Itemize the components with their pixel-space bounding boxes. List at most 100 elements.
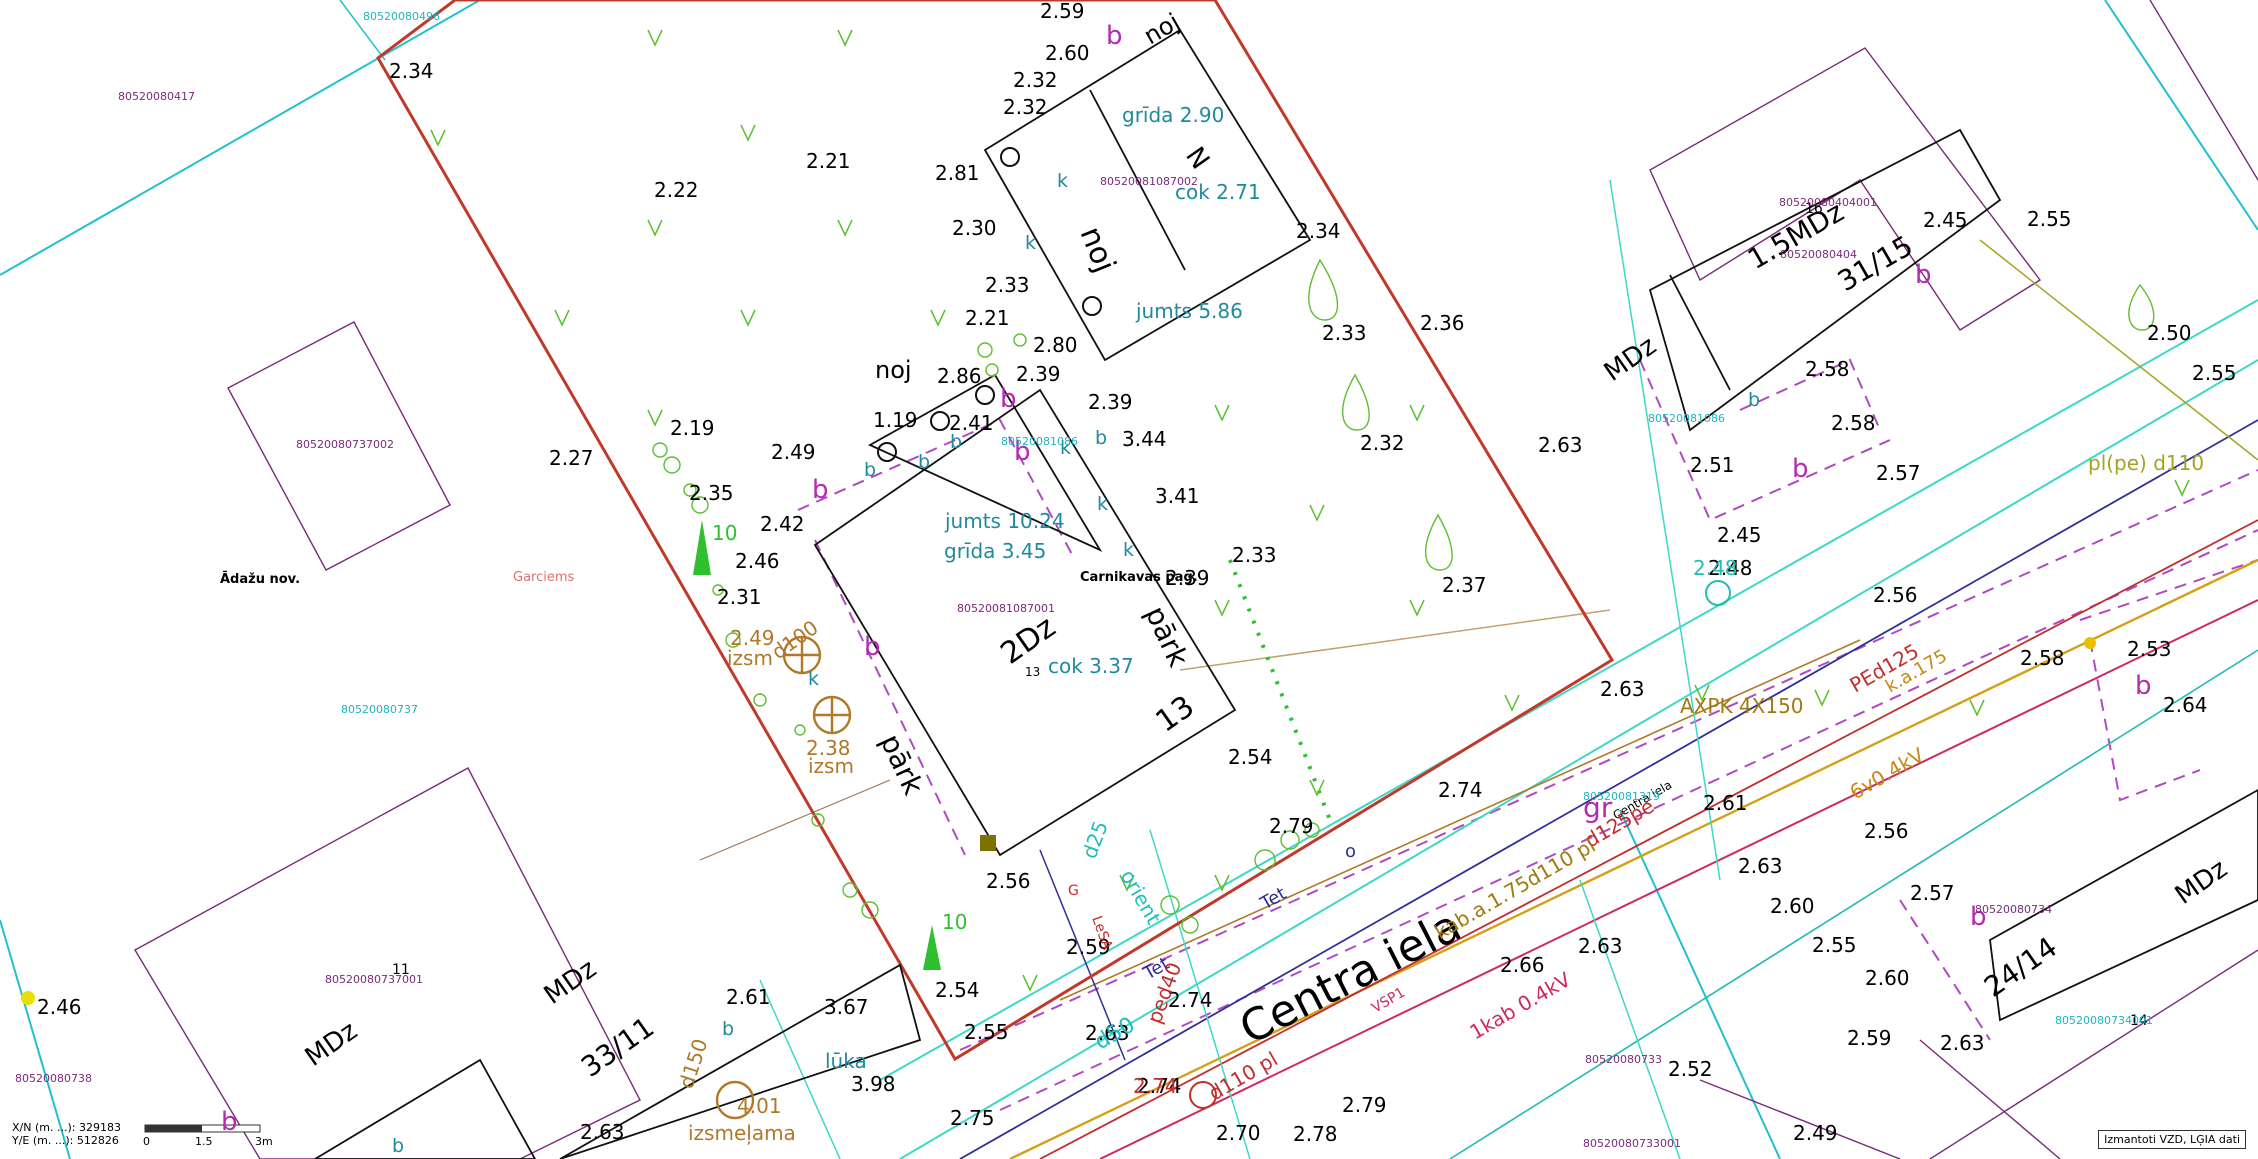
label-annotations-jumts2: jumts 10.24 [944, 509, 1065, 533]
label-annotations-b-small1: b [864, 459, 876, 481]
marker-square [980, 835, 996, 851]
label-elevations-34: 2.54 [1228, 745, 1273, 769]
label-elevations-74: 2.58 [1831, 411, 1876, 435]
label-places-adazu: Ādažu nov. [220, 572, 300, 587]
label-cadastre-ids-14: 80520080734 [1975, 903, 2052, 916]
label-utilities-val-274-red: 2.74 [1133, 1074, 1178, 1098]
label-utilities-tree-h1: 10 [712, 521, 737, 545]
label-b-labels-8: b [221, 1107, 238, 1137]
label-cadastre-ids-6: 80520081086 [1001, 435, 1078, 448]
label-cadastre-ids-16: 80520080733001 [1583, 1137, 1681, 1150]
label-annotations-park2: pārk [1139, 601, 1196, 672]
label-utilities-izsm-val2: 2.38 [806, 736, 851, 760]
label-utilities-pl-pe: pl(pe) d110 [2088, 451, 2204, 475]
data-credit[interactable]: Izmantoti VZD, LĢIA dati [2098, 1130, 2246, 1149]
label-elevations-46: 2.70 [1216, 1121, 1261, 1145]
label-elevations-3: 2.32 [1003, 95, 1048, 119]
topographic-plan[interactable]: 2.59 2.60 2.32 2.32 2.81 2.30 2.33 2.21 2.80 2.34… [0, 0, 2258, 1159]
label-elevations-16: 2.27 [549, 446, 594, 470]
label-elevations-8: 2.80 [1033, 333, 1078, 357]
label-annotations-k2: k [1025, 232, 1036, 254]
label-elevations-5: 2.30 [952, 216, 997, 240]
label-scale-t0: 0 [143, 1135, 150, 1148]
label-utilities-izsmelama: izsmeļama [688, 1121, 796, 1145]
label-elevations-79: 2.46 [37, 995, 82, 1019]
label-cadastre-ids-4: 80520081087002 [1100, 175, 1198, 188]
label-scale-xn: X/N (m. ...): 329183 [12, 1121, 121, 1134]
label-elevations-43: 3.98 [851, 1072, 896, 1096]
manholes [715, 635, 852, 1120]
label-cadastre-ids-0: 80520080496 [363, 10, 440, 23]
label-cadastre-ids-10: 80520080737001 [325, 973, 423, 986]
label-elevations-18: 2.35 [689, 481, 734, 505]
label-elevations-15: 2.19 [670, 416, 715, 440]
label-elevations-27: 3.44 [1122, 427, 1167, 451]
label-elevations-0: 2.59 [1040, 0, 1085, 23]
label-elevations-78: 2.45 [1923, 208, 1968, 232]
label-elevations-75: 2.57 [1876, 461, 1921, 485]
label-scale-t2: 3m [255, 1135, 273, 1148]
label-elevations-31: 2.37 [1442, 573, 1487, 597]
label-cadastre-ids-11: 80520080738 [15, 1072, 92, 1085]
label-elevations-71: 2.45 [1717, 523, 1762, 547]
label-utilities-d25: d25 [1077, 818, 1113, 862]
label-elevations-48: 2.79 [1342, 1093, 1387, 1117]
label-annotations-k5: k [1123, 539, 1134, 561]
label-utilities-orient: orient [1116, 866, 1166, 929]
map-labels: 2.59 2.60 2.32 2.32 2.81 2.30 2.33 2.21 2.80 2.34… [11, 0, 2237, 1157]
water-valve[interactable] [1705, 580, 1731, 606]
label-elevations-54: 2.63 [1578, 934, 1623, 958]
label-buildings-n-label: N [1179, 142, 1215, 175]
label-utilities-kab: 1kab 0.4kV [1466, 967, 1576, 1044]
label-elevations-10: 2.33 [1322, 321, 1367, 345]
marker-dot-yellow-2 [2084, 637, 2096, 649]
label-cadastre-ids-8: 80520080404 [1780, 248, 1857, 261]
label-elevations-55: 2.52 [1668, 1057, 1713, 1081]
label-elevations-22: 1.19 [873, 408, 918, 432]
label-elevations-6: 2.33 [985, 273, 1030, 297]
label-utilities-luka: lūka [825, 1049, 867, 1073]
label-elevations-63: 2.56 [1864, 819, 1909, 843]
label-elevations-69: 2.55 [2192, 361, 2237, 385]
label-elevations-23: 2.86 [937, 364, 982, 388]
label-elevations-66: 2.58 [2020, 646, 2065, 670]
label-cadastre-ids-7: 80520080404001 [1779, 196, 1877, 209]
label-scale-t1: 1.5 [195, 1135, 213, 1148]
label-buildings-num-33: 33/11 [575, 1010, 660, 1083]
label-elevations-61: 2.59 [1847, 1026, 1892, 1050]
label-cadastre-ids-2: 80520080737002 [296, 438, 394, 451]
label-elevations-14: 2.34 [389, 59, 434, 83]
label-buildings-noj2: noj [875, 356, 912, 384]
label-elevations-25: 2.39 [1016, 362, 1061, 386]
label-elevations-65: 2.53 [2127, 637, 2172, 661]
label-cadastre-ids-9: 80520081086 [1648, 412, 1725, 425]
label-elevations-62: 2.57 [1910, 881, 1955, 905]
label-annotations-b-small3: b [950, 431, 962, 453]
marker-dot-yellow [21, 991, 35, 1005]
label-places-garciems: Garciems [513, 570, 575, 585]
label-elevations-2: 2.32 [1013, 68, 1058, 92]
label-buildings-mdz-33: MDz [300, 1016, 363, 1073]
label-utilities-val-248: 2.48 [1693, 556, 1738, 580]
label-elevations-28: 3.41 [1155, 484, 1200, 508]
label-utilities-o: o [1345, 841, 1356, 862]
label-elevations-70: 2.56 [1873, 583, 1918, 607]
label-annotations-b-small2: b [918, 451, 930, 473]
label-annotations-b-small7: b [392, 1135, 404, 1157]
label-b-labels-5: b [1915, 260, 1932, 290]
grass-symbols [430, 29, 2190, 992]
label-elevations-38: 2.56 [986, 869, 1031, 893]
label-b-labels-3: b [864, 632, 881, 662]
label-elevations-19: 2.42 [760, 512, 805, 536]
label-b-labels-6: b [2135, 671, 2152, 701]
label-cadastre-ids-13: 80520080733 [1585, 1053, 1662, 1066]
label-elevations-21: 2.31 [717, 585, 762, 609]
label-buildings-b13-num: 13 [1150, 689, 1201, 740]
label-elevations-57: 2.63 [1738, 854, 1783, 878]
label-annotations-grida1: grīda 2.90 [1122, 103, 1224, 127]
scale-bar [144, 1124, 261, 1133]
label-cadastre-ids-1: 80520080417 [118, 90, 195, 103]
label-annotations-cok2: cok 3.37 [1048, 654, 1134, 678]
label-b-labels-4: b [1792, 454, 1809, 484]
label-elevations-13: 2.21 [806, 149, 851, 173]
